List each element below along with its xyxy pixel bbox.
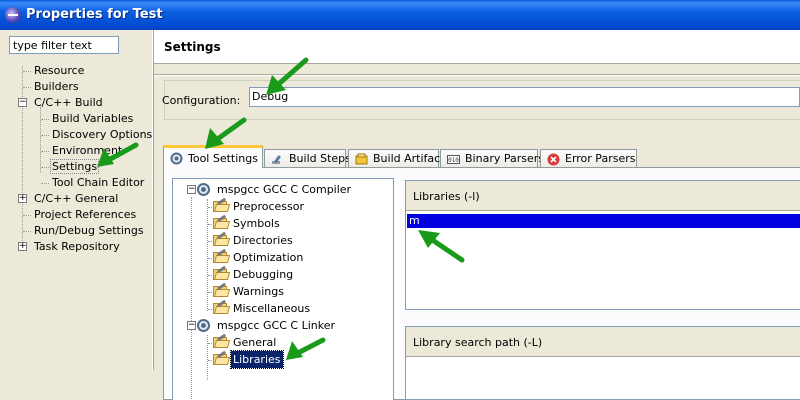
binary-parsers-icon: 010 bbox=[447, 155, 460, 164]
gear-icon bbox=[197, 319, 210, 332]
library-item[interactable]: m bbox=[406, 213, 800, 229]
configuration-select[interactable]: Debug bbox=[249, 87, 800, 107]
tab-tool-settings[interactable]: Tool Settings bbox=[163, 145, 263, 168]
nav-item-tool-chain-editor[interactable]: Tool Chain Editor bbox=[51, 175, 145, 191]
nav-item-environment[interactable]: Environment bbox=[51, 143, 123, 159]
tab-build-artifact[interactable]: Build Artifact bbox=[348, 149, 445, 168]
window-title: Properties for Test bbox=[26, 7, 163, 22]
expand-toggle[interactable]: + bbox=[18, 242, 27, 251]
folder-wrench-icon bbox=[213, 265, 231, 281]
nav-item-resource[interactable]: Resource bbox=[33, 63, 85, 79]
page-header: Settings bbox=[154, 30, 800, 64]
settings-page: Settings Configuration: Debug Tool Setti… bbox=[154, 30, 800, 400]
libraries-list[interactable]: Libraries (-l) m bbox=[405, 180, 800, 310]
nav-item-project-references[interactable]: Project References bbox=[33, 207, 137, 223]
collapse-toggle[interactable]: − bbox=[18, 98, 27, 107]
nav-item-build-variables[interactable]: Build Variables bbox=[51, 111, 134, 127]
nav-item-cpp-build[interactable]: C/C++ Build bbox=[33, 95, 104, 111]
tool-settings-tree: − mspgcc GCC C Compiler Preprocessor Sym… bbox=[172, 178, 394, 400]
folder-wrench-icon bbox=[213, 214, 231, 230]
expand-toggle[interactable]: + bbox=[18, 194, 27, 203]
page-title: Settings bbox=[164, 40, 221, 54]
navigation-pane: Resource Builders − C/C++ Build Build Va… bbox=[0, 30, 152, 370]
build-steps-icon bbox=[272, 155, 281, 164]
filter-input[interactable] bbox=[9, 36, 119, 54]
nav-item-settings[interactable]: Settings bbox=[49, 159, 100, 175]
folder-wrench-icon bbox=[213, 350, 231, 366]
header-divider bbox=[154, 74, 800, 76]
library-search-path-header: Library search path (-L) bbox=[406, 327, 800, 357]
folder-wrench-icon bbox=[213, 248, 231, 264]
gear-icon bbox=[197, 183, 210, 196]
nav-item-builders[interactable]: Builders bbox=[33, 79, 80, 95]
library-search-path-list[interactable]: Library search path (-L) bbox=[405, 326, 800, 400]
tab-error-parsers[interactable]: Error Parsers bbox=[540, 149, 637, 168]
nav-item-task-repository[interactable]: Task Repository bbox=[33, 239, 121, 255]
configuration-label: Configuration: bbox=[162, 94, 241, 107]
title-bar: Properties for Test bbox=[0, 0, 800, 30]
nav-item-cpp-general[interactable]: C/C++ General bbox=[33, 191, 119, 207]
tab-build-steps[interactable]: Build Steps bbox=[264, 149, 351, 168]
folder-wrench-icon bbox=[213, 299, 231, 315]
tab-binary-parsers[interactable]: 010 Binary Parsers bbox=[440, 149, 544, 168]
tool-settings-icon bbox=[170, 152, 183, 165]
libraries-header: Libraries (-l) bbox=[406, 181, 800, 211]
folder-wrench-icon bbox=[213, 282, 231, 298]
folder-wrench-icon bbox=[213, 231, 231, 247]
build-artifact-icon bbox=[355, 153, 368, 165]
error-parsers-icon bbox=[547, 153, 560, 166]
svg-text:010: 010 bbox=[448, 157, 459, 164]
eclipse-icon bbox=[5, 7, 21, 23]
nav-item-run-debug-settings[interactable]: Run/Debug Settings bbox=[33, 223, 145, 239]
folder-wrench-icon bbox=[213, 333, 231, 349]
collapse-toggle[interactable]: − bbox=[187, 185, 196, 194]
nav-item-discovery-options[interactable]: Discovery Options bbox=[51, 127, 153, 143]
collapse-toggle[interactable]: − bbox=[187, 321, 196, 330]
folder-wrench-icon bbox=[213, 197, 231, 213]
